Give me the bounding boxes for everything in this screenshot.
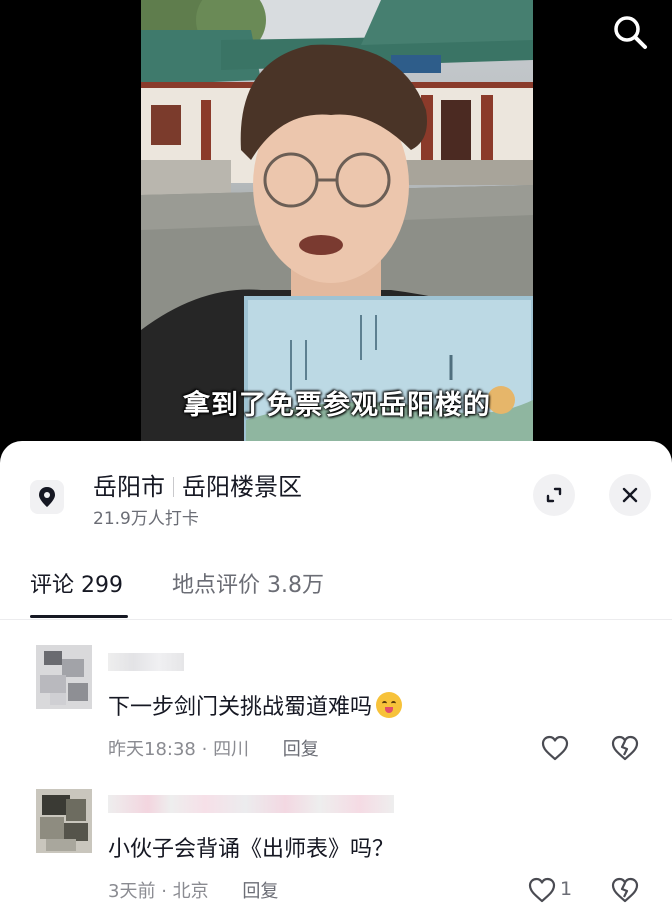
comment-meta: 3天前 · 北京 回复 xyxy=(108,877,278,903)
comment-item: 下一步剑门关挑战蜀道难吗 昨天18:38 · 四川 回复 xyxy=(0,633,672,783)
like-button[interactable]: 1 xyxy=(527,875,583,905)
close-button[interactable] xyxy=(609,474,651,516)
sheet-tabs: 评论 299 地点评价 3.8万 xyxy=(0,551,672,620)
video-subtitle: 拿到了免票参观岳阳楼的 xyxy=(183,390,491,421)
broken-heart-icon xyxy=(611,735,639,761)
heart-outline-icon xyxy=(528,877,556,903)
like-count: 1 xyxy=(560,878,573,900)
title-divider xyxy=(173,477,174,497)
meta-dot: · xyxy=(161,881,173,902)
meta-dot: · xyxy=(201,739,214,760)
comment-item: 小伙子会背诵《出师表》吗？ 3天前 · 北京 回复 1 xyxy=(0,781,672,923)
like-button[interactable] xyxy=(540,733,596,763)
location-place[interactable]: 岳阳楼景区 xyxy=(182,473,302,501)
comment-text-content: 下一步剑门关挑战蜀道难吗 xyxy=(108,695,373,720)
grinning-face-with-tongue-emoji xyxy=(376,692,403,718)
expand-button[interactable] xyxy=(533,474,575,516)
location-pin-icon xyxy=(30,480,64,514)
video-player[interactable]: 拿到了免票参观岳阳楼的 xyxy=(0,0,672,460)
tab-comments[interactable]: 评论 299 xyxy=(30,567,123,599)
checkin-count: 21.9万人打卡 xyxy=(93,509,199,529)
location-comment-sheet: 岳阳市 岳阳楼景区 21.9万人打卡 评论 299 地点评价 3.8万 下一步剑… xyxy=(0,441,672,923)
comment-meta: 昨天18:38 · 四川 回复 xyxy=(108,735,319,761)
reply-button[interactable]: 回复 xyxy=(242,881,278,902)
avatar[interactable] xyxy=(36,789,92,853)
close-icon xyxy=(622,487,638,503)
avatar[interactable] xyxy=(36,645,92,709)
location-title[interactable]: 岳阳市 岳阳楼景区 xyxy=(93,467,302,502)
comment-region: 四川 xyxy=(213,739,250,760)
comment-text: 下一步剑门关挑战蜀道难吗 xyxy=(108,689,403,721)
dislike-button[interactable] xyxy=(610,733,640,763)
username-blurred[interactable] xyxy=(108,653,184,671)
expand-icon xyxy=(546,487,562,503)
username-blurred[interactable] xyxy=(108,795,394,813)
broken-heart-icon xyxy=(611,877,639,903)
comment-time: 3天前 xyxy=(108,881,156,902)
search-icon[interactable] xyxy=(610,12,650,52)
comment-region: 北京 xyxy=(172,881,209,902)
comment-time: 昨天18:38 xyxy=(108,739,196,760)
reply-button[interactable]: 回复 xyxy=(283,739,319,760)
dislike-button[interactable] xyxy=(610,875,640,905)
active-tab-indicator xyxy=(30,615,128,618)
comment-text: 小伙子会背诵《出师表》吗？ xyxy=(108,837,395,862)
heart-outline-icon xyxy=(541,735,569,761)
tab-location-reviews[interactable]: 地点评价 3.8万 xyxy=(172,567,324,599)
location-city[interactable]: 岳阳市 xyxy=(93,473,165,501)
